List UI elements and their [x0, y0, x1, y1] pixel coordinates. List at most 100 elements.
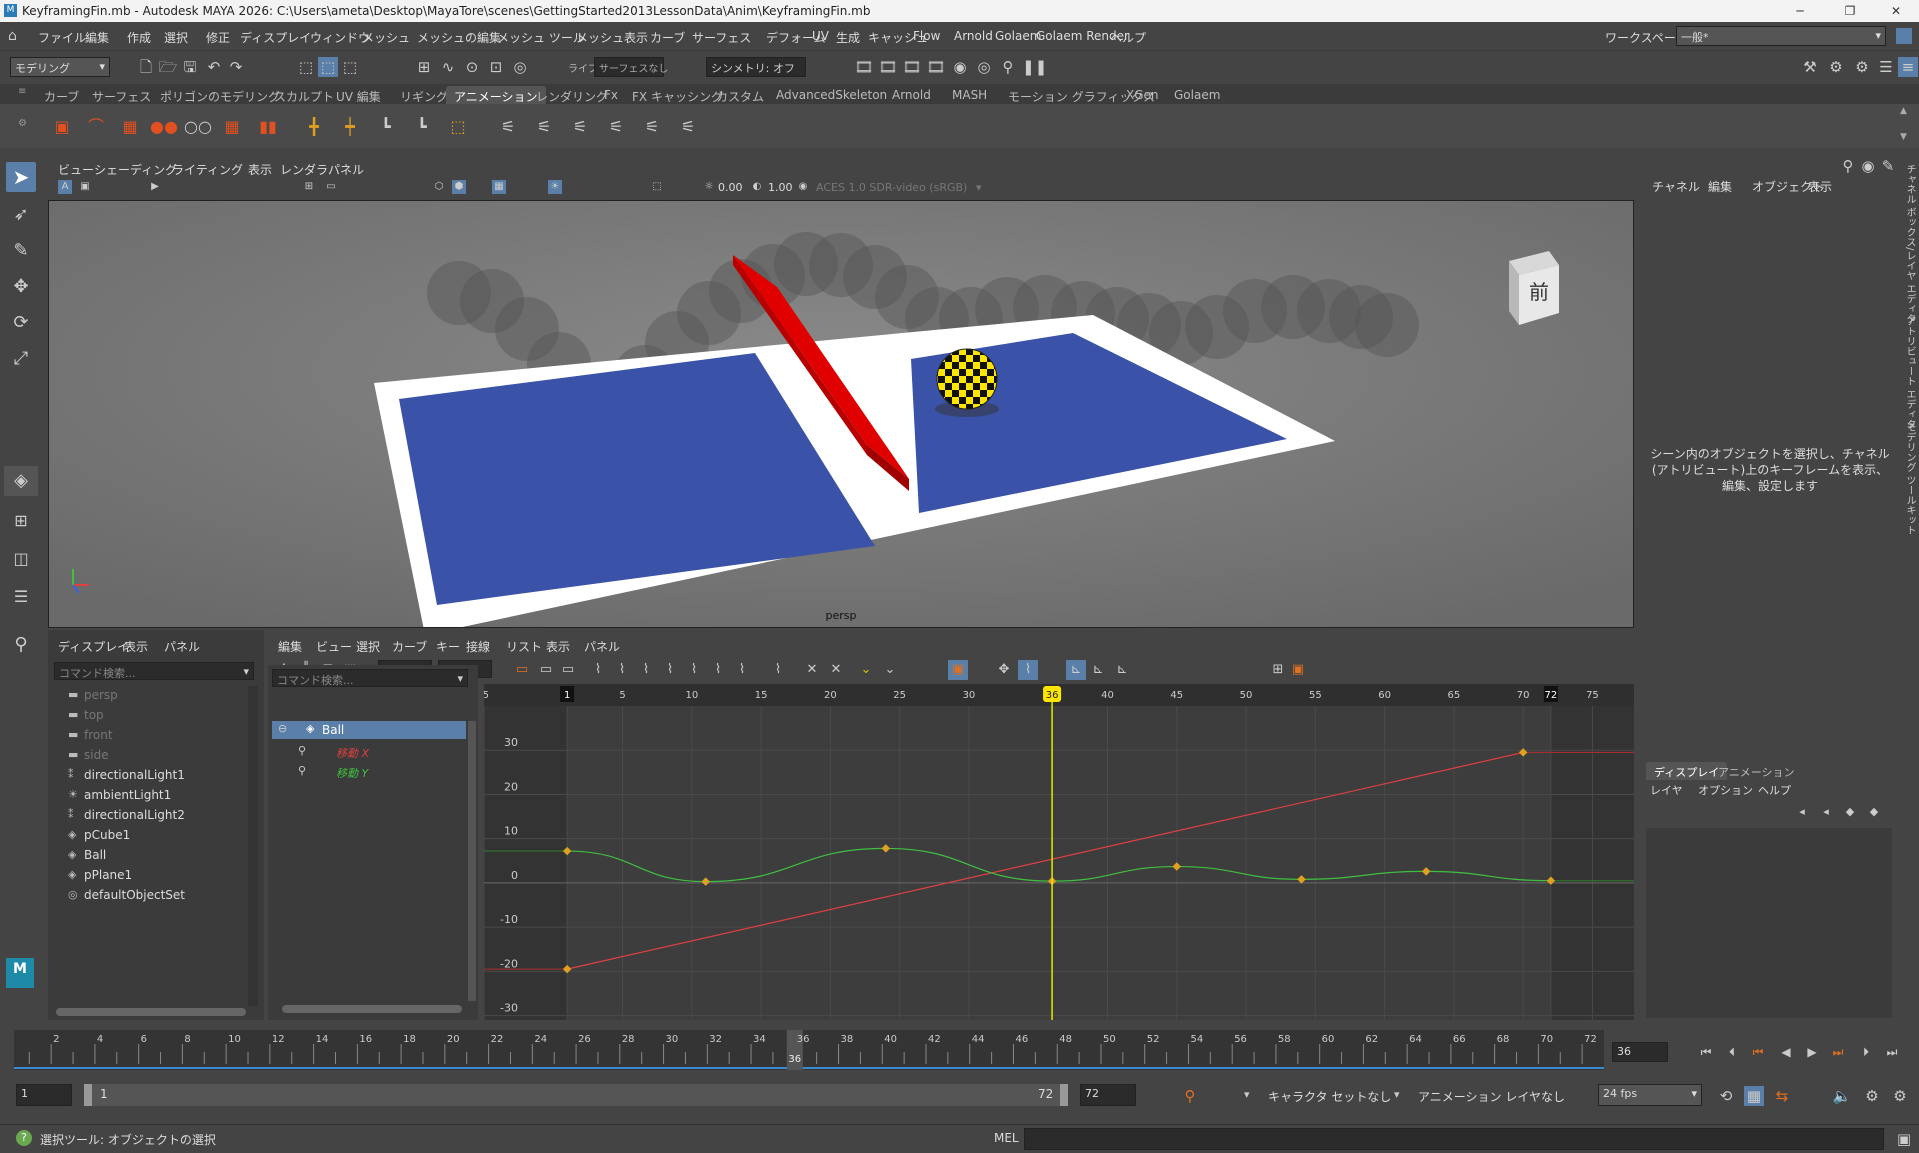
joint-tool-icon[interactable]: ╋ — [300, 114, 328, 140]
channel-layer-icon[interactable]: ≡ — [1898, 57, 1918, 77]
graph-menu-3[interactable]: カーブ — [392, 638, 427, 655]
center-current-icon[interactable]: ▭ — [558, 660, 578, 680]
move-tool-icon[interactable]: ✥ — [6, 272, 36, 302]
select-object-icon[interactable]: ⬚ — [318, 57, 338, 77]
break-tangent-icon[interactable]: ✕ — [802, 660, 822, 680]
side-tab-2[interactable]: モデリング ツールキット — [1902, 422, 1917, 535]
outliner-item[interactable]: ⁑ directionalLight1 — [68, 768, 185, 782]
snap-surface-icon[interactable]: ◎ — [510, 57, 530, 77]
rotate-tool-icon[interactable]: ⟳ — [6, 308, 36, 338]
bookmark-icon[interactable]: ▶ — [148, 180, 162, 194]
layer-menu-2[interactable]: ヘルプ — [1758, 782, 1791, 798]
graph-menu-2[interactable]: 選択 — [356, 638, 380, 655]
range-slider[interactable]: 1 72 — [84, 1084, 1068, 1106]
channel-box-pin-icon[interactable]: ⚲ — [1838, 156, 1858, 176]
maximize-button[interactable]: ❐ — [1830, 0, 1870, 22]
select-component-icon[interactable]: ⬚ — [340, 57, 360, 77]
lights-icon[interactable]: ☀ — [548, 180, 562, 194]
camera-select-icon[interactable]: A — [58, 180, 72, 194]
pin-icon[interactable]: ⚲ — [298, 764, 306, 777]
snap-point-icon[interactable]: ⊙ — [462, 57, 482, 77]
command-line-input[interactable] — [1024, 1128, 1884, 1150]
outliner-item[interactable]: ▬ top — [68, 708, 104, 722]
graph-menu-0[interactable]: 編集 — [278, 638, 302, 655]
menu-15[interactable]: 生成 — [836, 29, 860, 46]
menu-8[interactable]: メッシュの編集 — [417, 29, 501, 46]
menu-19[interactable]: Golaem — [995, 29, 1041, 43]
lasso-tool-icon[interactable]: ➶ — [6, 200, 36, 230]
new-layer-selected-icon[interactable]: ◆ — [1864, 802, 1884, 822]
auto-tangent-icon[interactable]: ⌇ — [588, 660, 608, 680]
paint-weights-icon[interactable]: ⚟ — [530, 114, 558, 140]
set-key-selected-icon[interactable]: ▦ — [116, 114, 144, 140]
step-tangent-icon[interactable]: ⌇ — [708, 660, 728, 680]
move-layer-up-icon[interactable]: ◂ — [1792, 802, 1812, 822]
menu-17[interactable]: Flow — [913, 29, 940, 43]
lattice-icon[interactable]: ⚟ — [602, 114, 630, 140]
graph-menu-6[interactable]: リスト — [506, 638, 542, 655]
trax-editor-icon[interactable]: ▣ — [1288, 660, 1308, 680]
graph-menu-7[interactable]: 表示 — [546, 638, 570, 655]
unify-tangent-icon[interactable]: ✕ — [826, 660, 846, 680]
menu-1[interactable]: 編集 — [85, 29, 109, 46]
layer-list[interactable] — [1646, 828, 1892, 1018]
side-tab-0[interactable]: チャネル ボックス/レイヤ エディタ — [1902, 164, 1917, 324]
shelf-tab-10[interactable]: カスタム — [708, 86, 772, 104]
textured-icon[interactable]: ▦ — [492, 180, 506, 194]
snap-grid-icon[interactable]: ⊞ — [414, 57, 434, 77]
buffer-curve-icon[interactable]: ⌇ — [768, 660, 788, 680]
loop-icon[interactable]: ⟲ — [1716, 1086, 1736, 1106]
outliner-item[interactable]: ◎ defaultObjectSet — [68, 888, 185, 902]
cache-playback-icon[interactable]: ▦ — [1744, 1086, 1764, 1106]
shelf-options-icon[interactable]: ⚙ — [18, 118, 27, 129]
arnold-render-icon[interactable]: ◎ — [974, 57, 994, 77]
menu-set-select[interactable]: モデリング ▾ — [10, 57, 110, 77]
outliner-menu-1[interactable]: 表示 — [124, 638, 148, 655]
outliner-menu-0[interactable]: ディスプレイ — [58, 638, 129, 655]
time-slider[interactable]: 2 4 6 8 10 12 14 16 18 20 22 24 26 28 30 32 34 36 38 40 42 44… — [14, 1030, 1604, 1070]
undo-icon[interactable]: ↶ — [204, 57, 224, 77]
preferences-icon[interactable]: ⚙ — [1890, 1086, 1910, 1106]
menu-12[interactable]: サーフェス — [692, 29, 751, 46]
lock-tangent-icon[interactable]: ⌄ — [856, 660, 876, 680]
graph-list-scrollbar[interactable] — [468, 721, 476, 1001]
play-backwards-icon[interactable]: ◀ — [1776, 1042, 1796, 1062]
pause-icon[interactable]: ❚❚ — [1022, 57, 1047, 77]
isolate-select-icon[interactable]: ⬚ — [650, 180, 664, 194]
wireframe-icon[interactable]: ⬡ — [432, 180, 446, 194]
menu-21[interactable]: ヘルプ — [1110, 29, 1146, 46]
close-button[interactable]: ✕ — [1876, 0, 1916, 22]
smooth-shade-icon[interactable]: ⬢ — [452, 180, 466, 194]
dope-sheet-icon[interactable]: ⊞ — [1268, 660, 1288, 680]
open-scene-icon[interactable]: 🗁 — [158, 57, 178, 77]
insert-joint-icon[interactable]: ┿ — [336, 114, 364, 140]
scene-render[interactable]: 前 persp — [49, 201, 1633, 635]
set-breakdown-icon[interactable]: ⌒ — [82, 114, 110, 140]
layer-menu-0[interactable]: レイヤ — [1650, 782, 1683, 798]
shelf-tab-11[interactable]: AdvancedSkeleton — [768, 86, 895, 104]
ik-spline-icon[interactable]: ┗ — [408, 114, 436, 140]
graph-menu-1[interactable]: ビュー — [316, 638, 352, 655]
end-time-field[interactable]: 72 — [1080, 1084, 1136, 1106]
outliner-item[interactable]: ☀ ambientLight1 — [68, 788, 171, 802]
shelf-scroll-up-icon[interactable]: ▲ — [1900, 106, 1907, 116]
exposure-icon[interactable]: ☼ — [702, 180, 716, 194]
select-hierarchy-icon[interactable]: ⬚ — [296, 57, 316, 77]
cluster-icon[interactable]: ⚟ — [566, 114, 594, 140]
graph-view[interactable]: 3020100-10-20-30 -5151015202530364045505… — [484, 684, 1634, 1020]
locator-icon[interactable]: ⬚ — [444, 114, 472, 140]
script-editor-icon[interactable]: ▣ — [1894, 1129, 1914, 1149]
channel-box-icon[interactable]: ☰ — [1876, 57, 1896, 77]
menu-5[interactable]: ディスプレイ — [240, 29, 311, 46]
time-slider-track[interactable]: 2 4 6 8 10 12 14 16 18 20 22 24 26 28 30 32 34 36 38 40 42 44… — [14, 1030, 1604, 1070]
menu-14[interactable]: UV — [812, 29, 829, 43]
layer-tab-1[interactable]: アニメーション — [1710, 762, 1803, 780]
graph-channel[interactable]: ⚲ 移動 Y — [298, 763, 458, 781]
node-ball[interactable]: ⊖ ◈ Ball — [272, 721, 466, 739]
character-set-field[interactable]: キャラクタ セットなし — [1268, 1088, 1391, 1105]
motion-trail-icon[interactable]: ▦ — [218, 114, 246, 140]
graph-menu-8[interactable]: パネル — [584, 638, 620, 655]
step-forward-frame-icon[interactable]: ⏵ — [1856, 1042, 1876, 1062]
save-scene-icon[interactable]: 🖫 — [180, 57, 200, 77]
render-view-icon[interactable]: 🎞 — [854, 57, 874, 77]
